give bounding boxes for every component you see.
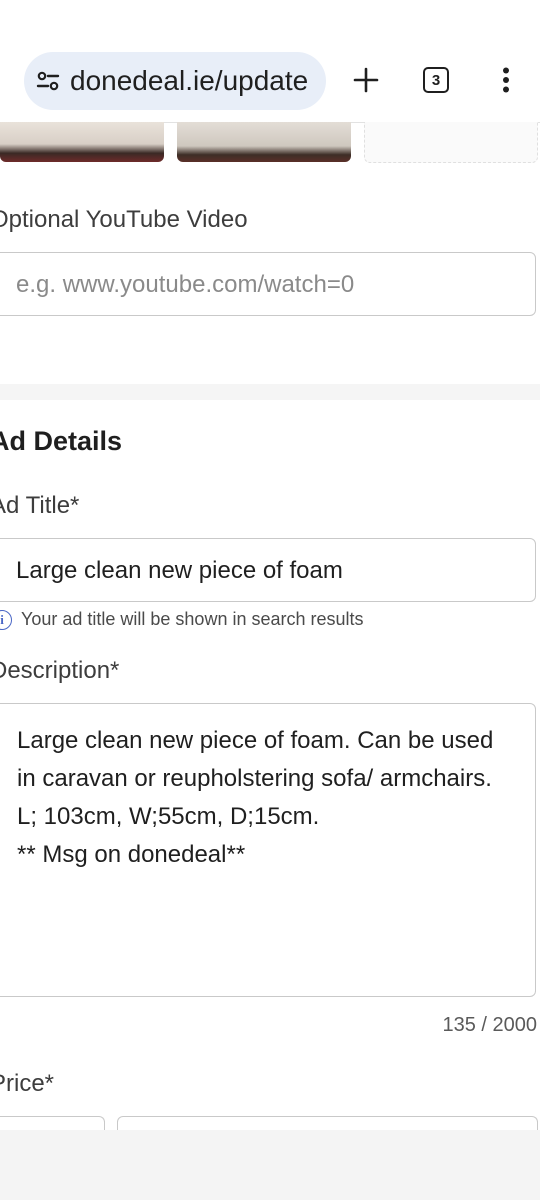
youtube-url-input[interactable]: e.g. www.youtube.com/watch=0 [0,252,536,316]
character-counter: 135 / 2000 [442,1014,537,1036]
price-label: Price* [0,1070,55,1097]
tab-switcher-icon: 3 [423,67,449,93]
photo-thumbnail[interactable] [177,122,351,162]
ad-title-hint: i Your ad title will be shown in search … [0,609,364,630]
more-options-button[interactable] [482,56,530,104]
youtube-url-placeholder: e.g. www.youtube.com/watch=0 [16,271,355,298]
photo-thumbnail[interactable] [0,122,164,162]
new-tab-button[interactable] [342,56,390,104]
ad-title-input[interactable]: Large clean new piece of foam [0,538,536,602]
more-vert-icon [503,67,509,93]
ad-title-hint-text: Your ad title will be shown in search re… [21,609,364,629]
info-icon: i [0,609,12,630]
ad-details-heading: Ad Details [0,426,123,456]
address-bar[interactable]: donedeal.ie/update [24,52,326,110]
description-textarea[interactable]: Large clean new piece of foam. Can be us… [0,703,536,997]
ad-title-value: Large clean new piece of foam [16,557,343,584]
description-label: Description* [0,657,120,684]
bottom-bar [0,1130,540,1200]
description-value: Large clean new piece of foam. Can be us… [17,727,494,868]
plus-icon [353,67,379,93]
section-divider [0,384,540,400]
youtube-video-label: Optional YouTube Video [0,206,248,233]
ad-title-label: Ad Title* [0,492,80,519]
site-settings-icon[interactable] [36,69,60,93]
tab-switcher-button[interactable]: 3 [412,56,460,104]
add-photo-slot[interactable] [364,122,538,163]
url-text[interactable]: donedeal.ie/update [70,65,308,97]
browser-toolbar: donedeal.ie/update 3 [0,0,540,123]
